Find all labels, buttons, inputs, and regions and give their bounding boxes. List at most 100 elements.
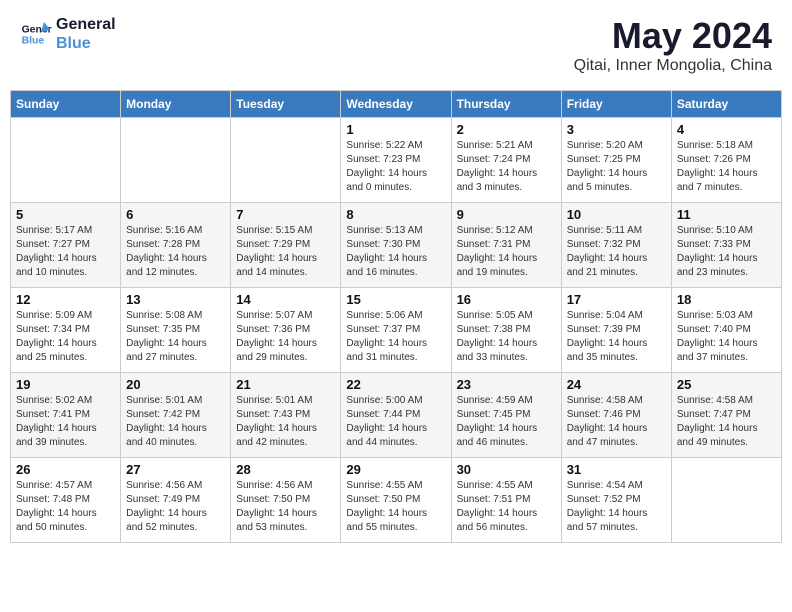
day-number: 29	[346, 462, 445, 477]
day-info: Sunrise: 5:13 AMSunset: 7:30 PMDaylight:…	[346, 224, 445, 280]
day-info: Sunrise: 5:07 AMSunset: 7:36 PMDaylight:…	[236, 309, 335, 365]
day-info: Sunrise: 5:01 AMSunset: 7:42 PMDaylight:…	[126, 394, 225, 450]
day-info: Sunrise: 5:04 AMSunset: 7:39 PMDaylight:…	[567, 309, 666, 365]
calendar-cell: 22Sunrise: 5:00 AMSunset: 7:44 PMDayligh…	[341, 373, 451, 458]
day-number: 3	[567, 122, 666, 137]
logo-line2: Blue	[56, 34, 116, 53]
day-info: Sunrise: 5:08 AMSunset: 7:35 PMDaylight:…	[126, 309, 225, 365]
day-info: Sunrise: 4:56 AMSunset: 7:49 PMDaylight:…	[126, 479, 225, 535]
day-number: 8	[346, 207, 445, 222]
calendar-cell: 23 Sunrise: 4:59 AMSunset: 7:45 PMDayligh…	[451, 373, 561, 458]
calendar-cell: 17 Sunrise: 5:04 AMSunset: 7:39 PMDayligh…	[561, 288, 671, 373]
day-number: 14	[236, 292, 335, 307]
calendar-cell: 28Sunrise: 4:56 AMSunset: 7:50 PMDayligh…	[231, 458, 341, 543]
calendar-cell: 5 Sunrise: 5:17 AMSunset: 7:27 PMDaylight…	[11, 203, 121, 288]
day-number: 16	[457, 292, 556, 307]
day-info: Sunrise: 5:00 AMSunset: 7:44 PMDaylight:…	[346, 394, 445, 450]
day-info: Sunrise: 5:03 AMSunset: 7:40 PMDaylight:…	[677, 309, 776, 365]
logo-line1: General	[56, 15, 116, 34]
day-info: Sunrise: 5:09 AMSunset: 7:34 PMDaylight:…	[16, 309, 115, 365]
calendar-cell: 21 Sunrise: 5:01 AMSunset: 7:43 PMDayligh…	[231, 373, 341, 458]
day-number: 15	[346, 292, 445, 307]
day-info: Sunrise: 5:01 AMSunset: 7:43 PMDaylight:…	[236, 394, 335, 450]
day-info: Sunrise: 5:17 AMSunset: 7:27 PMDaylight:…	[16, 224, 115, 280]
calendar-cell	[671, 458, 781, 543]
calendar-cell: 24Sunrise: 4:58 AMSunset: 7:46 PMDayligh…	[561, 373, 671, 458]
calendar-cell: 20 Sunrise: 5:01 AMSunset: 7:42 PMDayligh…	[121, 373, 231, 458]
day-number: 23	[457, 377, 556, 392]
day-info: Sunrise: 5:12 AMSunset: 7:31 PMDaylight:…	[457, 224, 556, 280]
day-info: Sunrise: 5:05 AMSunset: 7:38 PMDaylight:…	[457, 309, 556, 365]
day-info: Sunrise: 5:16 AMSunset: 7:28 PMDaylight:…	[126, 224, 225, 280]
day-info: Sunrise: 4:59 AMSunset: 7:45 PMDaylight:…	[457, 394, 556, 450]
day-number: 30	[457, 462, 556, 477]
day-number: 2	[457, 122, 556, 137]
day-info: Sunrise: 4:58 AMSunset: 7:47 PMDaylight:…	[677, 394, 776, 450]
calendar-cell: 4 Sunrise: 5:18 AMSunset: 7:26 PMDaylight…	[671, 118, 781, 203]
calendar-cell: 16 Sunrise: 5:05 AMSunset: 7:38 PMDayligh…	[451, 288, 561, 373]
day-info: Sunrise: 5:20 AMSunset: 7:25 PMDaylight:…	[567, 139, 666, 195]
day-number: 13	[126, 292, 225, 307]
day-info: Sunrise: 5:02 AMSunset: 7:41 PMDaylight:…	[16, 394, 115, 450]
calendar-cell: 8 Sunrise: 5:13 AMSunset: 7:30 PMDaylight…	[341, 203, 451, 288]
day-info: Sunrise: 5:11 AMSunset: 7:32 PMDaylight:…	[567, 224, 666, 280]
weekday-header-row: SundayMondayTuesdayWednesdayThursdayFrid…	[11, 91, 782, 118]
calendar-cell: 3 Sunrise: 5:20 AMSunset: 7:25 PMDaylight…	[561, 118, 671, 203]
day-number: 11	[677, 207, 776, 222]
calendar-cell	[121, 118, 231, 203]
calendar-week-3: 12 Sunrise: 5:09 AMSunset: 7:34 PMDayligh…	[11, 288, 782, 373]
day-number: 6	[126, 207, 225, 222]
day-number: 17	[567, 292, 666, 307]
calendar-cell: 26 Sunrise: 4:57 AMSunset: 7:48 PMDayligh…	[11, 458, 121, 543]
weekday-header-thursday: Thursday	[451, 91, 561, 118]
calendar-cell: 15Sunrise: 5:06 AMSunset: 7:37 PMDayligh…	[341, 288, 451, 373]
month-title: May 2024	[574, 15, 772, 57]
calendar-cell: 31 Sunrise: 4:54 AMSunset: 7:52 PMDayligh…	[561, 458, 671, 543]
day-number: 31	[567, 462, 666, 477]
day-info: Sunrise: 5:18 AMSunset: 7:26 PMDaylight:…	[677, 139, 776, 195]
calendar-cell	[11, 118, 121, 203]
calendar-cell: 6 Sunrise: 5:16 AMSunset: 7:28 PMDaylight…	[121, 203, 231, 288]
location-subtitle: Qitai, Inner Mongolia, China	[574, 57, 772, 75]
calendar-week-1: 1 Sunrise: 5:22 AMSunset: 7:23 PMDaylight…	[11, 118, 782, 203]
calendar-week-4: 19Sunrise: 5:02 AMSunset: 7:41 PMDayligh…	[11, 373, 782, 458]
day-number: 21	[236, 377, 335, 392]
title-block: May 2024 Qitai, Inner Mongolia, China	[574, 15, 772, 75]
calendar-cell	[231, 118, 341, 203]
day-info: Sunrise: 5:22 AMSunset: 7:23 PMDaylight:…	[346, 139, 445, 195]
calendar-cell: 1 Sunrise: 5:22 AMSunset: 7:23 PMDaylight…	[341, 118, 451, 203]
weekday-header-friday: Friday	[561, 91, 671, 118]
logo-icon: General Blue	[20, 18, 52, 50]
day-info: Sunrise: 4:57 AMSunset: 7:48 PMDaylight:…	[16, 479, 115, 535]
calendar-cell: 29 Sunrise: 4:55 AMSunset: 7:50 PMDayligh…	[341, 458, 451, 543]
calendar-cell: 25Sunrise: 4:58 AMSunset: 7:47 PMDayligh…	[671, 373, 781, 458]
day-info: Sunrise: 4:55 AMSunset: 7:50 PMDaylight:…	[346, 479, 445, 535]
day-number: 26	[16, 462, 115, 477]
day-number: 9	[457, 207, 556, 222]
weekday-header-saturday: Saturday	[671, 91, 781, 118]
calendar-cell: 30 Sunrise: 4:55 AMSunset: 7:51 PMDayligh…	[451, 458, 561, 543]
calendar-cell: 10 Sunrise: 5:11 AMSunset: 7:32 PMDayligh…	[561, 203, 671, 288]
weekday-header-wednesday: Wednesday	[341, 91, 451, 118]
day-number: 24	[567, 377, 666, 392]
calendar-cell: 13 Sunrise: 5:08 AMSunset: 7:35 PMDayligh…	[121, 288, 231, 373]
day-number: 4	[677, 122, 776, 137]
day-number: 1	[346, 122, 445, 137]
day-info: Sunrise: 4:55 AMSunset: 7:51 PMDaylight:…	[457, 479, 556, 535]
calendar-cell: 19Sunrise: 5:02 AMSunset: 7:41 PMDayligh…	[11, 373, 121, 458]
day-number: 18	[677, 292, 776, 307]
day-number: 27	[126, 462, 225, 477]
calendar-cell: 27 Sunrise: 4:56 AMSunset: 7:49 PMDayligh…	[121, 458, 231, 543]
calendar-cell: 11Sunrise: 5:10 AMSunset: 7:33 PMDayligh…	[671, 203, 781, 288]
day-info: Sunrise: 5:21 AMSunset: 7:24 PMDaylight:…	[457, 139, 556, 195]
day-info: Sunrise: 5:15 AMSunset: 7:29 PMDaylight:…	[236, 224, 335, 280]
day-number: 28	[236, 462, 335, 477]
day-number: 10	[567, 207, 666, 222]
calendar-cell: 2 Sunrise: 5:21 AMSunset: 7:24 PMDaylight…	[451, 118, 561, 203]
day-number: 12	[16, 292, 115, 307]
day-number: 5	[16, 207, 115, 222]
page-header: General Blue General Blue May 2024 Qitai…	[10, 10, 782, 80]
day-info: Sunrise: 4:54 AMSunset: 7:52 PMDaylight:…	[567, 479, 666, 535]
calendar-cell: 18 Sunrise: 5:03 AMSunset: 7:40 PMDayligh…	[671, 288, 781, 373]
day-number: 20	[126, 377, 225, 392]
